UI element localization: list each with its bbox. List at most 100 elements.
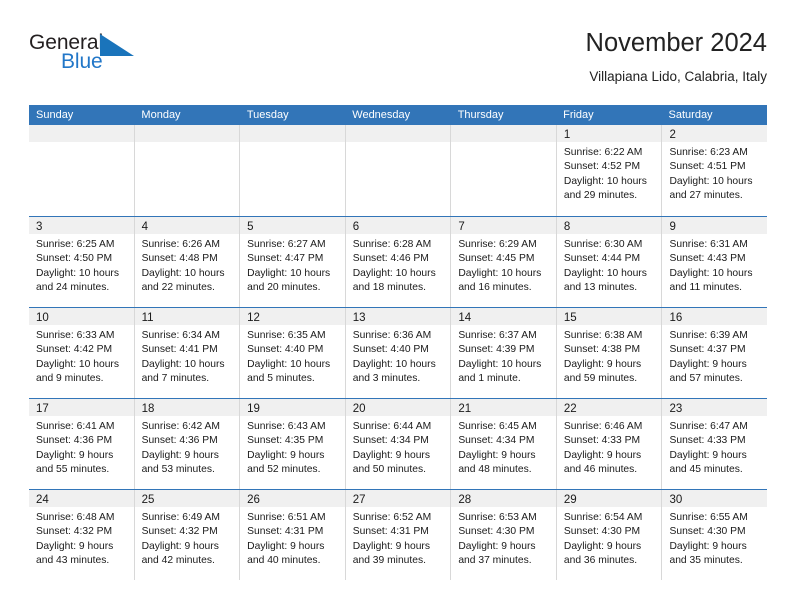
day-cell-body: Sunrise: 6:43 AM Sunset: 4:35 PM Daylight:…: [240, 416, 345, 478]
day-cell[interactable]: 16 Sunrise: 6:39 AM Sunset: 4:37 PM Dayligh…: [662, 308, 768, 398]
day-cell-empty: [134, 125, 241, 216]
day-cell[interactable]: 19 Sunrise: 6:43 AM Sunset: 4:35 PM Dayligh…: [240, 399, 346, 489]
day-cell[interactable]: 21 Sunrise: 6:45 AM Sunset: 4:34 PM Dayligh…: [451, 399, 557, 489]
calendar-week-row: 10 Sunrise: 6:33 AM Sunset: 4:42 PM Dayligh…: [29, 307, 768, 398]
day-cell-body: Sunrise: 6:49 AM Sunset: 4:32 PM Daylight:…: [135, 507, 240, 569]
day-number-strip: 22: [556, 399, 662, 416]
blue-triangle-icon: [100, 34, 134, 56]
daylight-text-line2: and 57 minutes.: [669, 373, 743, 385]
day-cell[interactable]: 6 Sunrise: 6:28 AM Sunset: 4:46 PM Daylight…: [345, 217, 452, 307]
sunrise-text: Sunrise: 6:41 AM: [36, 421, 115, 432]
day-cell-empty: [240, 125, 346, 216]
page-title: November 2024: [585, 29, 767, 57]
sunrise-text: Sunrise: 6:48 AM: [36, 512, 115, 523]
sunrise-text: Sunrise: 6:38 AM: [563, 330, 643, 341]
day-number: 4: [141, 221, 148, 233]
day-number-strip: 14: [451, 308, 556, 325]
day-cell[interactable]: 4 Sunrise: 6:26 AM Sunset: 4:48 PM Daylight…: [134, 217, 241, 307]
daylight-text-line2: and 37 minutes.: [458, 555, 532, 567]
day-cell[interactable]: 27 Sunrise: 6:52 AM Sunset: 4:31 PM Dayligh…: [345, 490, 452, 580]
day-number: 19: [247, 403, 260, 415]
sunset-text: Sunset: 4:46 PM: [352, 253, 429, 265]
day-cell[interactable]: 11 Sunrise: 6:34 AM Sunset: 4:41 PM Dayligh…: [134, 308, 241, 398]
sunset-text: Sunset: 4:30 PM: [669, 526, 746, 538]
daylight-text-line1: Daylight: 9 hours: [36, 449, 114, 461]
daylight-text-line1: Daylight: 9 hours: [563, 449, 642, 461]
day-cell[interactable]: 3 Sunrise: 6:25 AM Sunset: 4:50 PM Daylight…: [29, 217, 135, 307]
day-cell-body: Sunrise: 6:55 AM Sunset: 4:30 PM Daylight:…: [662, 507, 767, 569]
day-cell[interactable]: 9 Sunrise: 6:31 AM Sunset: 4:43 PM Daylight…: [662, 217, 768, 307]
sunrise-text: Sunrise: 6:46 AM: [563, 421, 643, 432]
sunrise-text: Sunrise: 6:34 AM: [141, 330, 220, 341]
day-number-strip: 28: [451, 490, 556, 507]
day-number-strip: 10: [29, 308, 134, 325]
day-cell-body: Sunrise: 6:23 AM Sunset: 4:51 PM Daylight:…: [662, 142, 767, 204]
day-number: 25: [141, 494, 155, 506]
day-cell[interactable]: 12 Sunrise: 6:35 AM Sunset: 4:40 PM Dayligh…: [240, 308, 346, 398]
day-cell[interactable]: 28 Sunrise: 6:53 AM Sunset: 4:30 PM Dayligh…: [451, 490, 557, 580]
day-number-strip: 12: [240, 308, 345, 325]
sunset-text: Sunset: 4:39 PM: [458, 344, 535, 356]
day-cell[interactable]: 10 Sunrise: 6:33 AM Sunset: 4:42 PM Dayligh…: [29, 308, 135, 398]
day-cell[interactable]: 2 Sunrise: 6:23 AM Sunset: 4:51 PM Daylight…: [662, 125, 768, 216]
daylight-text-line1: Daylight: 9 hours: [141, 449, 219, 461]
daylight-text-line2: and 46 minutes.: [563, 464, 638, 476]
sunrise-text: Sunrise: 6:25 AM: [36, 239, 115, 250]
day-number: 16: [669, 312, 683, 324]
day-number: 14: [458, 312, 472, 324]
day-number: 29: [563, 494, 577, 506]
day-cell[interactable]: 24 Sunrise: 6:48 AM Sunset: 4:32 PM Dayligh…: [29, 490, 135, 580]
daylight-text-line2: and 48 minutes.: [458, 464, 532, 476]
daylight-text-line2: and 9 minutes.: [36, 373, 104, 385]
sunrise-text: Sunrise: 6:36 AM: [352, 330, 432, 341]
day-cell[interactable]: 30 Sunrise: 6:55 AM Sunset: 4:30 PM Dayligh…: [662, 490, 768, 580]
day-number: 13: [352, 312, 366, 324]
sunrise-text: Sunrise: 6:29 AM: [458, 239, 537, 250]
daylight-text-line1: Daylight: 9 hours: [247, 540, 325, 552]
day-cell[interactable]: 1 Sunrise: 6:22 AM Sunset: 4:52 PM Daylight…: [556, 125, 663, 216]
page-subtitle: Villapiana Lido, Calabria, Italy: [589, 69, 767, 84]
day-cell[interactable]: 8 Sunrise: 6:30 AM Sunset: 4:44 PM Daylight…: [556, 217, 663, 307]
weekday-header-friday: Friday: [563, 109, 594, 121]
day-cell[interactable]: 25 Sunrise: 6:49 AM Sunset: 4:32 PM Dayligh…: [134, 490, 241, 580]
day-cell[interactable]: 13 Sunrise: 6:36 AM Sunset: 4:40 PM Dayligh…: [345, 308, 452, 398]
daylight-text-line1: Daylight: 9 hours: [669, 449, 747, 461]
daylight-text-line1: Daylight: 10 hours: [141, 267, 225, 279]
daylight-text-line2: and 35 minutes.: [669, 555, 743, 567]
sunset-text: Sunset: 4:52 PM: [563, 161, 641, 173]
daylight-text-line2: and 7 minutes.: [141, 373, 210, 385]
daylight-text-line2: and 22 minutes.: [141, 282, 215, 294]
day-number-strip: 30: [662, 490, 768, 507]
sunset-text: Sunset: 4:48 PM: [141, 253, 218, 265]
day-number: 5: [247, 221, 254, 233]
day-cell[interactable]: 15 Sunrise: 6:38 AM Sunset: 4:38 PM Dayligh…: [556, 308, 663, 398]
daylight-text-line2: and 13 minutes.: [563, 282, 638, 294]
day-cell[interactable]: 18 Sunrise: 6:42 AM Sunset: 4:36 PM Dayligh…: [134, 399, 241, 489]
day-cell[interactable]: 5 Sunrise: 6:27 AM Sunset: 4:47 PM Daylight…: [240, 217, 346, 307]
day-cell[interactable]: 14 Sunrise: 6:37 AM Sunset: 4:39 PM Dayligh…: [451, 308, 557, 398]
sunset-text: Sunset: 4:37 PM: [669, 344, 746, 356]
day-cell[interactable]: 29 Sunrise: 6:54 AM Sunset: 4:30 PM Dayligh…: [556, 490, 663, 580]
day-number-strip: 24: [29, 490, 134, 507]
sunrise-text: Sunrise: 6:53 AM: [458, 512, 537, 523]
day-cell[interactable]: 23 Sunrise: 6:47 AM Sunset: 4:33 PM Dayligh…: [662, 399, 768, 489]
day-number-strip: 13: [345, 308, 451, 325]
day-number-strip: 8: [556, 217, 662, 234]
sunset-text: Sunset: 4:51 PM: [669, 161, 746, 173]
day-number: 9: [669, 221, 676, 233]
day-cell[interactable]: 7 Sunrise: 6:29 AM Sunset: 4:45 PM Daylight…: [451, 217, 557, 307]
day-cell[interactable]: 26 Sunrise: 6:51 AM Sunset: 4:31 PM Dayligh…: [240, 490, 346, 580]
sunrise-text: Sunrise: 6:42 AM: [141, 421, 220, 432]
weekday-header-thursday: Thursday: [457, 109, 504, 121]
day-cell[interactable]: 17 Sunrise: 6:41 AM Sunset: 4:36 PM Dayligh…: [29, 399, 135, 489]
day-number: 30: [669, 494, 683, 506]
day-number: 20: [352, 403, 366, 415]
day-number: 11: [141, 312, 154, 324]
day-cell[interactable]: 22 Sunrise: 6:46 AM Sunset: 4:33 PM Dayligh…: [556, 399, 663, 489]
day-cell-body: Sunrise: 6:39 AM Sunset: 4:37 PM Daylight:…: [662, 325, 767, 387]
calendar-weeks: 1 Sunrise: 6:22 AM Sunset: 4:52 PM Daylight…: [29, 125, 768, 580]
general-blue-logo[interactable]: General Blue: [29, 32, 209, 80]
sunrise-text: Sunrise: 6:45 AM: [458, 421, 537, 432]
weekday-header-sunday: Sunday: [36, 109, 74, 121]
day-cell[interactable]: 20 Sunrise: 6:44 AM Sunset: 4:34 PM Dayligh…: [345, 399, 452, 489]
